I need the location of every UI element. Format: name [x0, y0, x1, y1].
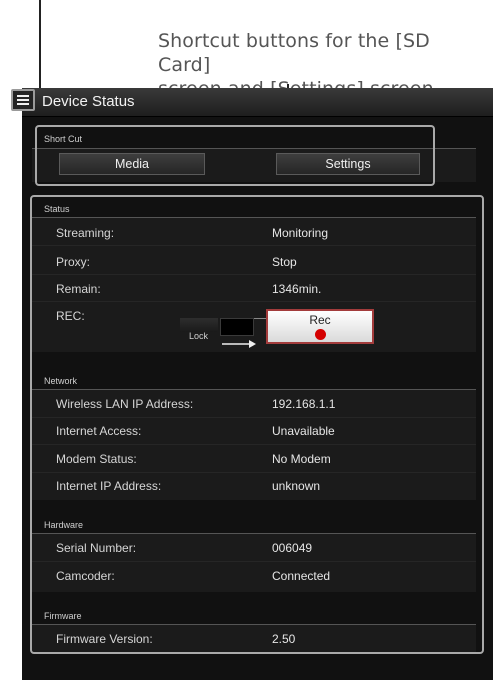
status-highlight [30, 195, 484, 654]
callout-line-1: Shortcut buttons for the [SD Card] [158, 30, 430, 76]
annotation-leader-left [39, 0, 41, 90]
title-bar: Device Status [22, 88, 493, 117]
page-title: Device Status [42, 93, 135, 110]
shortcut-highlight [35, 125, 435, 186]
menu-button[interactable] [11, 89, 35, 111]
